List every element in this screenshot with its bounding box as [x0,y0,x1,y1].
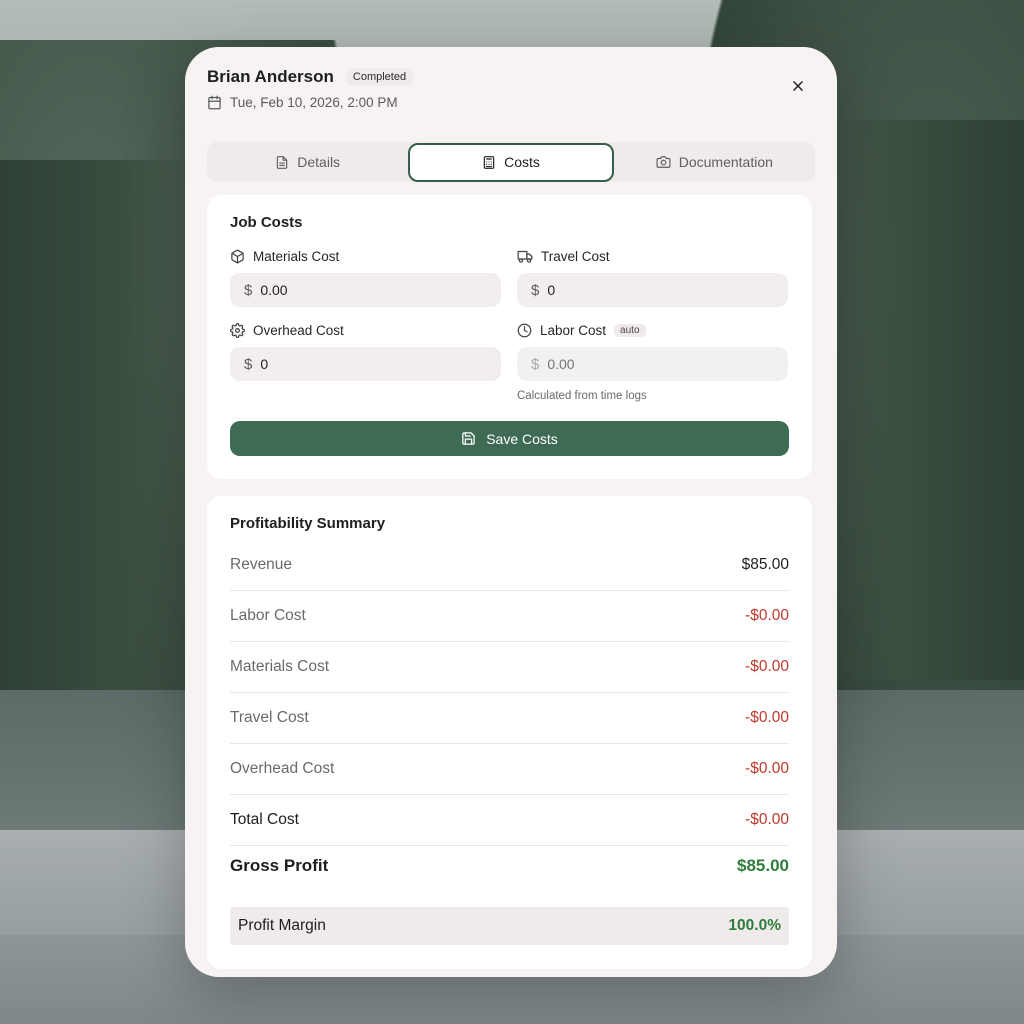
save-costs-label: Save Costs [486,430,558,447]
overhead-cost-input[interactable]: $ [230,347,501,381]
overhead-cost-label-text: Overhead Cost [253,323,344,338]
materials-cost-input[interactable]: $ [230,273,501,307]
labor-cost-value [547,356,748,372]
tab-documentation[interactable]: Documentation [614,143,815,181]
dollar-icon: $ [244,281,253,299]
summary-label: Materials Cost [230,658,330,675]
background-trees-left [0,160,200,720]
date-row: Tue, Feb 10, 2026, 2:00 PM [207,95,815,110]
modal-header: Brian Anderson Completed Tue, Feb 10, 20… [207,67,815,137]
overhead-cost-value[interactable] [260,356,461,372]
summary-value: -$0.00 [745,607,789,624]
summary-value: -$0.00 [745,811,789,828]
summary-label: Total Cost [230,811,299,828]
summary-row-total-cost: Total Cost -$0.00 [230,795,789,846]
summary-row-labor-cost: Labor Cost -$0.00 [230,591,789,642]
dollar-icon: $ [244,355,253,373]
job-modal: Brian Anderson Completed Tue, Feb 10, 20… [185,47,837,977]
summary-value: $85.00 [741,556,789,573]
calculator-icon [482,155,496,170]
summary-row-revenue: Revenue $85.00 [230,540,789,591]
labor-cost-hint: Calculated from time logs [517,390,647,402]
job-costs-title: Job Costs [230,214,303,231]
file-icon [275,155,289,170]
package-icon [230,249,245,264]
job-costs-card: Job Costs Materials Cost $ Travel Cost $ [207,195,812,479]
save-costs-button[interactable]: Save Costs [230,421,789,456]
summary-value: -$0.00 [745,760,789,777]
gear-icon [230,323,245,338]
tab-costs[interactable]: Costs [408,142,614,182]
gross-profit-row: Gross Profit $85.00 [230,856,789,876]
summary-label: Overhead Cost [230,760,335,777]
gross-profit-label: Gross Profit [230,856,329,875]
dollar-icon: $ [531,355,540,373]
travel-cost-label-text: Travel Cost [541,249,610,264]
close-button[interactable] [787,75,809,97]
materials-cost-label-text: Materials Cost [253,249,340,264]
auto-badge: auto [614,324,646,337]
labor-cost-input: $ [517,347,788,381]
profitability-summary-title: Profitability Summary [230,515,386,532]
gross-profit-value: $85.00 [737,856,789,875]
tab-label: Details [297,154,341,170]
summary-label: Revenue [230,556,293,573]
summary-label: Travel Cost [230,709,309,726]
background-trees-right [824,120,1024,680]
profit-margin-value: 100.0% [728,917,781,934]
tab-details[interactable]: Details [207,143,408,181]
tab-label: Costs [504,154,540,170]
overhead-cost-label: Overhead Cost [230,323,344,338]
summary-row-materials-cost: Materials Cost -$0.00 [230,642,789,693]
materials-cost-value[interactable] [260,282,461,298]
appointment-datetime: Tue, Feb 10, 2026, 2:00 PM [230,95,398,110]
close-icon [791,79,805,93]
title-row: Brian Anderson Completed [207,67,815,87]
summary-value: -$0.00 [745,709,789,726]
summary-row-travel-cost: Travel Cost -$0.00 [230,693,789,744]
summary-value: -$0.00 [745,658,789,675]
clock-icon [517,323,532,338]
client-name: Brian Anderson [207,67,334,86]
travel-cost-label: Travel Cost [517,249,610,264]
summary-row-overhead-cost: Overhead Cost -$0.00 [230,744,789,795]
profitability-summary-card: Profitability Summary Revenue $85.00 Lab… [207,496,812,969]
summary-label: Labor Cost [230,607,306,624]
labor-cost-label: Labor Cost auto [517,323,646,338]
labor-cost-label-text: Labor Cost [540,323,607,338]
tab-label: Documentation [678,154,773,170]
materials-cost-label: Materials Cost [230,249,339,264]
save-icon [461,431,476,446]
dollar-icon: $ [531,281,540,299]
travel-cost-value[interactable] [547,282,748,298]
profit-margin-row: Profit Margin 100.0% [230,907,789,945]
profit-margin-label: Profit Margin [238,917,326,934]
camera-icon [656,155,671,169]
calendar-icon [207,95,222,110]
status-badge: Completed [345,68,414,86]
travel-cost-input[interactable]: $ [517,273,788,307]
truck-icon [517,249,533,264]
tab-bar: Details Costs Documentation [207,142,815,182]
